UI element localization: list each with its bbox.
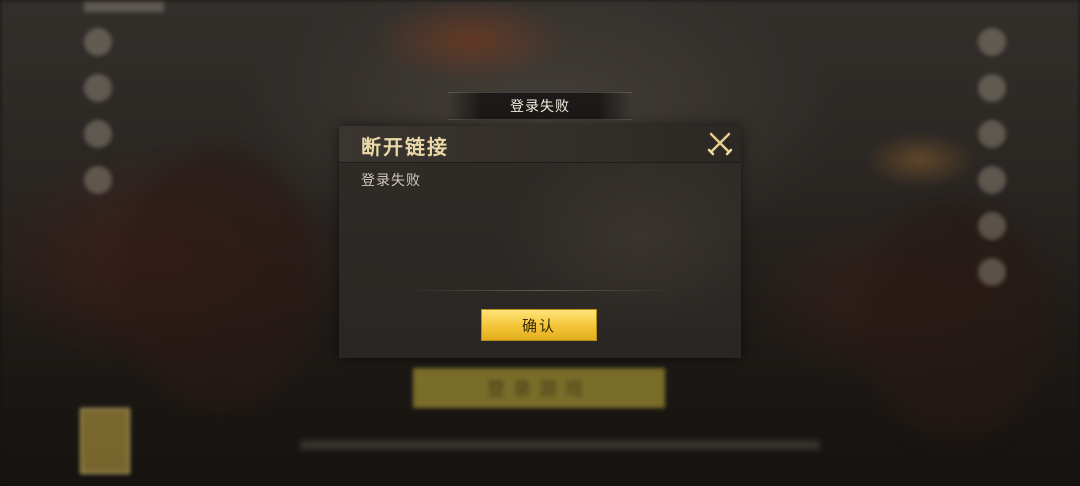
notice-card: [80, 408, 130, 474]
side-icon: [978, 212, 1006, 240]
close-icon[interactable]: [707, 130, 733, 156]
dialog-divider: [399, 290, 681, 291]
dialog-banner: 登录失败: [448, 92, 632, 120]
side-icon: [978, 166, 1006, 194]
dialog-header: 断开链接: [339, 126, 741, 163]
background-top-text: [84, 2, 164, 12]
side-icon: [84, 166, 112, 194]
side-icon: [978, 74, 1006, 102]
side-icon: [84, 120, 112, 148]
side-icon: [978, 120, 1006, 148]
dialog-banner-title: 登录失败: [510, 99, 570, 115]
background-bottom-text: [300, 440, 820, 450]
login-screen: 登录游戏 登录失败 断开链接 登录失败 确认: [0, 0, 1080, 486]
disconnect-dialog: 断开链接 登录失败 确认: [339, 126, 741, 358]
confirm-button[interactable]: 确认: [481, 309, 597, 341]
side-icon: [978, 258, 1006, 286]
side-icon: [84, 74, 112, 102]
side-icon: [84, 28, 112, 56]
start-game-button-blurred: 登录游戏: [413, 368, 665, 408]
right-side-menu: [972, 28, 1012, 304]
left-side-menu: [78, 28, 118, 212]
dialog-title: 断开链接: [361, 135, 449, 159]
side-icon: [978, 28, 1006, 56]
dialog-message: 登录失败: [361, 173, 421, 189]
